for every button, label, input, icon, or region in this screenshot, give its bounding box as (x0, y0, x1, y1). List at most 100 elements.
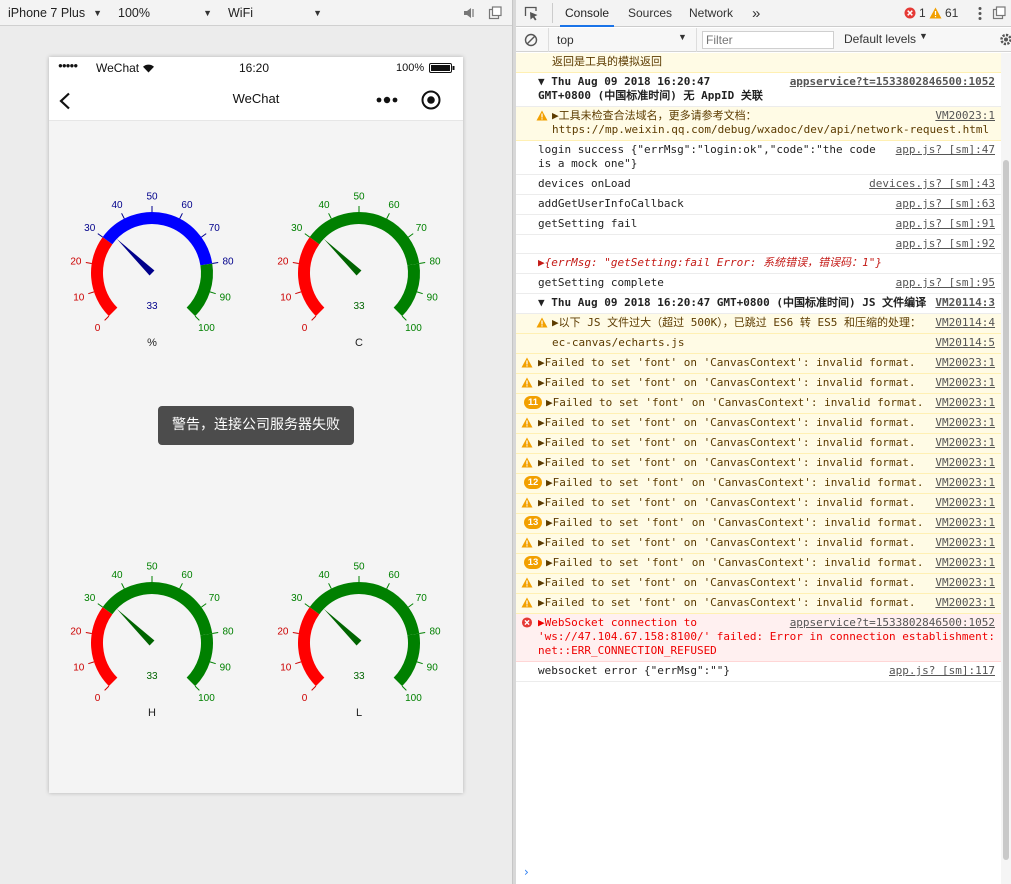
console-prompt[interactable]: › (516, 862, 1001, 884)
console-message[interactable]: VM20023:1 ▶Failed to set 'font' on 'Canva… (516, 454, 1001, 474)
console-message[interactable]: VM20023:1 ▶Failed to set 'font' on 'Canva… (516, 354, 1001, 374)
source-link[interactable]: app.js? [sm]:63 (896, 197, 995, 211)
close-miniprogram-icon[interactable] (420, 89, 442, 111)
console-message[interactable]: VM20023:1 ▶Failed to set 'font' on 'Canva… (516, 534, 1001, 554)
source-link[interactable]: VM20023:1 (935, 109, 995, 123)
console-message[interactable]: VM20023:1 ▶Failed to set 'font' on 'Canva… (516, 414, 1001, 434)
console-message[interactable]: app.js? [sm]:63 addGetUserInfoCallback (516, 195, 1001, 215)
source-link[interactable]: appservice?t=1533802846500:1052 (790, 616, 995, 630)
console-message[interactable]: VM20023:1 ▶工具未检查合法域名，更多请参考文档：https://mp.w… (516, 107, 1001, 141)
more-options-icon[interactable] (375, 96, 399, 104)
gauge-tick (386, 213, 390, 219)
console-message[interactable]: app.js? [sm]:95 getSetting complete (516, 274, 1001, 294)
source-link[interactable]: VM20023:1 (935, 436, 995, 450)
console-message[interactable]: VM20114:3 ▼ Thu Aug 09 2018 16:20:47 GMT+… (516, 294, 1001, 314)
source-link[interactable]: VM20023:1 (935, 416, 995, 430)
detach-window-icon[interactable] (488, 6, 502, 20)
tab-sources[interactable]: Sources (628, 0, 672, 27)
console-message[interactable]: appservice?t=1533802846500:1052 ▼ Thu Aug… (516, 73, 1001, 107)
console-message-text: ▶Failed to set 'font' on 'CanvasContext'… (546, 476, 924, 489)
console-message[interactable]: VM20023:1 ▶Failed to set 'font' on 'Canva… (516, 434, 1001, 454)
source-link[interactable]: VM20023:1 (935, 536, 995, 550)
gauge-tick-label: 80 (429, 256, 441, 267)
device-select[interactable]: iPhone 7 Plus ▼ (0, 0, 106, 26)
wifi-icon (143, 64, 154, 73)
console-message[interactable]: ▶{errMsg: "getSetting:fail Error: 系统错误，错… (516, 254, 1001, 274)
context-select[interactable]: top ▼ (553, 30, 691, 50)
log-levels-select[interactable]: Default levels ▼ (842, 31, 942, 49)
source-link[interactable]: VM20023:1 (935, 356, 995, 370)
console-message[interactable]: VM20114:5 ec-canvas/echarts.js (516, 334, 1001, 354)
source-link[interactable]: VM20023:1 (935, 496, 995, 510)
console-message-text: ▶{errMsg: "getSetting:fail Error: 系统错误，错… (538, 256, 883, 269)
gauge-band-mid (309, 212, 420, 266)
devtools-panel: Console Sources Network » 1 61 top ▼ Fil… (516, 0, 1011, 884)
console-message[interactable]: devices.js? [sm]:43 devices onLoad (516, 175, 1001, 195)
source-link[interactable]: VM20023:1 (935, 596, 995, 610)
source-link[interactable]: VM20023:1 (935, 576, 995, 590)
error-count-icon[interactable] (904, 7, 916, 19)
console-message[interactable]: app.js? [sm]:47 login success {"errMsg":"… (516, 141, 1001, 175)
source-link[interactable]: app.js? [sm]:117 (889, 664, 995, 678)
gauge-tick-label: 100 (405, 323, 422, 334)
console-message[interactable]: app.js? [sm]:92 (516, 235, 1001, 254)
network-select[interactable]: WiFi ▼ (220, 0, 326, 26)
source-link[interactable]: app.js? [sm]:47 (896, 143, 995, 157)
console-message-text: ▶Failed to set 'font' on 'CanvasContext'… (546, 556, 924, 569)
console-message[interactable]: VM20023:1 ▶Failed to set 'font' on 'Canva… (516, 374, 1001, 394)
source-link[interactable]: VM20023:1 (935, 456, 995, 470)
tab-network[interactable]: Network (689, 0, 733, 27)
console-message[interactable]: app.js? [sm]:91 getSetting fail (516, 215, 1001, 235)
source-link[interactable]: VM20023:1 (935, 396, 995, 410)
gauge-tick-label: 90 (220, 292, 232, 303)
gauge-tick-label: 40 (111, 570, 123, 581)
gauge-band-low (91, 237, 118, 317)
tab-console[interactable]: Console (560, 0, 615, 27)
console-message[interactable]: 返回是工具的模拟返回 (516, 53, 1001, 73)
dock-side-icon[interactable] (992, 6, 1006, 20)
console-message[interactable]: VM20023:1 ▶Failed to set 'font' on 'Canva… (516, 574, 1001, 594)
more-tabs-icon[interactable]: » (752, 0, 760, 27)
console-message-text: ▶Failed to set 'font' on 'CanvasContext'… (538, 356, 916, 369)
source-link[interactable]: app.js? [sm]:95 (896, 276, 995, 290)
zoom-select[interactable]: 100% ▼ (110, 0, 216, 26)
gauge-tick (88, 661, 95, 665)
console-message[interactable]: 12 VM20023:1 ▶Failed to set 'font' on 'Can… (516, 474, 1001, 494)
source-link[interactable]: VM20023:1 (935, 556, 995, 570)
source-link[interactable]: app.js? [sm]:92 (896, 237, 995, 251)
gauge-tick-label: 50 (146, 192, 158, 203)
clear-console-icon[interactable] (524, 33, 538, 47)
source-link[interactable]: VM20114:5 (935, 336, 995, 350)
warning-count[interactable]: 61 (945, 6, 958, 20)
chevron-down-icon: ▼ (203, 8, 212, 18)
source-link[interactable]: VM20023:1 (935, 516, 995, 530)
gauge-tick-label: 30 (84, 593, 96, 604)
console-message[interactable]: VM20114:4 ▶以下 JS 文件过大（超过 500K），已跳过 ES6 转 … (516, 314, 1001, 334)
mute-icon[interactable] (462, 6, 476, 20)
inspect-element-icon[interactable] (524, 6, 539, 21)
error-count[interactable]: 1 (919, 6, 926, 20)
source-link[interactable]: VM20023:1 (935, 376, 995, 390)
source-link[interactable]: VM20023:1 (935, 476, 995, 490)
source-link[interactable]: appservice?t=1533802846500:1052 (790, 75, 995, 89)
console-message[interactable]: appservice?t=1533802846500:1052 ▶WebSocke… (516, 614, 1001, 662)
console-message[interactable]: VM20023:1 ▶Failed to set 'font' on 'Canva… (516, 494, 1001, 514)
kebab-menu-icon[interactable] (978, 6, 982, 21)
console-message[interactable]: app.js? [sm]:117 websocket error {"errMsg… (516, 662, 1001, 682)
source-link[interactable]: devices.js? [sm]:43 (869, 177, 995, 191)
console-scrollbar-thumb[interactable] (1003, 160, 1009, 860)
gear-icon[interactable] (998, 32, 1011, 47)
console-message[interactable]: 13 VM20023:1 ▶Failed to set 'font' on 'Can… (516, 514, 1001, 534)
console-message-text: ▼ Thu Aug 09 2018 16:20:47 GMT+0800 (中国标… (538, 75, 763, 102)
console-message[interactable]: 11 VM20023:1 ▶Failed to set 'font' on 'Can… (516, 394, 1001, 414)
source-link[interactable]: app.js? [sm]:91 (896, 217, 995, 231)
console-message[interactable]: 13 VM20023:1 ▶Failed to set 'font' on 'Can… (516, 554, 1001, 574)
source-link[interactable]: VM20114:4 (935, 316, 995, 330)
warning-count-icon[interactable] (929, 7, 942, 19)
warning-icon (521, 537, 533, 548)
source-link[interactable]: VM20114:3 (935, 296, 995, 310)
gauge-tick (179, 213, 183, 219)
console-message[interactable]: VM20023:1 ▶Failed to set 'font' on 'Canva… (516, 594, 1001, 614)
repeat-count-badge: 12 (524, 476, 542, 489)
filter-input[interactable] (702, 31, 834, 49)
